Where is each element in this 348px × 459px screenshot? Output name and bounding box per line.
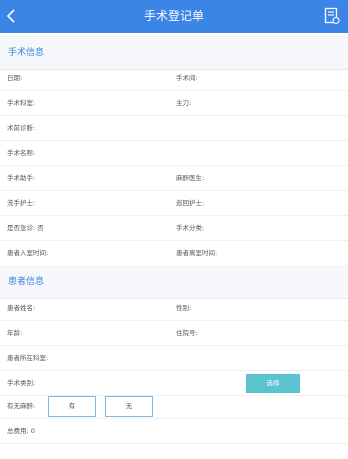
surgeon-field[interactable]: 主刀: (176, 98, 191, 108)
form-row: 手术助手: 麻醉医生: (0, 166, 348, 191)
form-row: 总费用: 0 (0, 419, 348, 444)
patient-name-field[interactable]: 患者姓名: (7, 303, 35, 313)
form-row: 手术名称: (0, 141, 348, 166)
anesthesia-label: 有无麻醉: (7, 402, 36, 410)
emergency-field[interactable]: 是否急诊: 否 (7, 223, 44, 233)
pre-diagnosis-field[interactable]: 术前诊断: (7, 123, 35, 133)
total-cost-field: 总费用: 0 (7, 427, 35, 435)
category-field[interactable]: 手术分类: (176, 223, 204, 233)
admission-number-field[interactable]: 住院号: (176, 328, 198, 338)
form-row: 术前诊断: (0, 116, 348, 141)
room-field[interactable]: 手术间: (176, 73, 198, 83)
form-row: 患者姓名: 性别: (0, 296, 348, 321)
gender-field[interactable]: 性别: (176, 303, 191, 313)
surgery-section-title: 手术信息 (8, 48, 45, 58)
patient-section-title: 患者信息 (8, 277, 45, 287)
in-time-field[interactable]: 患者入室时间: (7, 248, 48, 258)
page-title: 手术登记单 (143, 9, 204, 23)
app-header: 手术登记单 (0, 0, 348, 33)
ward-field[interactable]: 患者所在科室: (7, 353, 48, 363)
assistant-field[interactable]: 手术助手: (7, 173, 35, 183)
scrub-nurse-field[interactable]: 洗手护士: (7, 198, 35, 208)
anesthesiologist-field[interactable]: 麻醉医生: (176, 173, 204, 183)
form-row: 年龄: 住院号: (0, 321, 348, 346)
form-row: 患者入室时间: 患者离室时间: (0, 241, 348, 266)
select-button[interactable]: 选择 (246, 374, 300, 393)
surgery-type-field: 手术类别: (7, 379, 36, 387)
document-icon[interactable] (324, 7, 340, 25)
date-field[interactable]: 日期: (7, 73, 22, 83)
anesthesia-yes-button[interactable]: 有 (48, 396, 96, 417)
circulating-nurse-field[interactable]: 巡回护士: (176, 198, 204, 208)
surgery-section-header: 手术信息 (0, 36, 348, 70)
form-row: 有无麻醉: 有 无 (0, 394, 348, 419)
surgery-name-field[interactable]: 手术名称: (7, 148, 35, 158)
anesthesia-no-button[interactable]: 无 (105, 396, 153, 417)
form-row: 患者所在科室: (0, 346, 348, 371)
form-row: 是否急诊: 否 手术分类: (0, 216, 348, 241)
dept-field[interactable]: 手术科室: (7, 98, 35, 108)
patient-section-header: 患者信息 (0, 265, 348, 299)
form-row: 日期: 手术间: (0, 66, 348, 91)
form-row: 洗手护士: 巡回护士: (0, 191, 348, 216)
form-row: 手术科室: 主刀: (0, 91, 348, 116)
out-time-field[interactable]: 患者离室时间: (176, 248, 217, 258)
age-field[interactable]: 年龄: (7, 328, 22, 338)
form-row: 手术类别: 选择 (0, 371, 348, 396)
